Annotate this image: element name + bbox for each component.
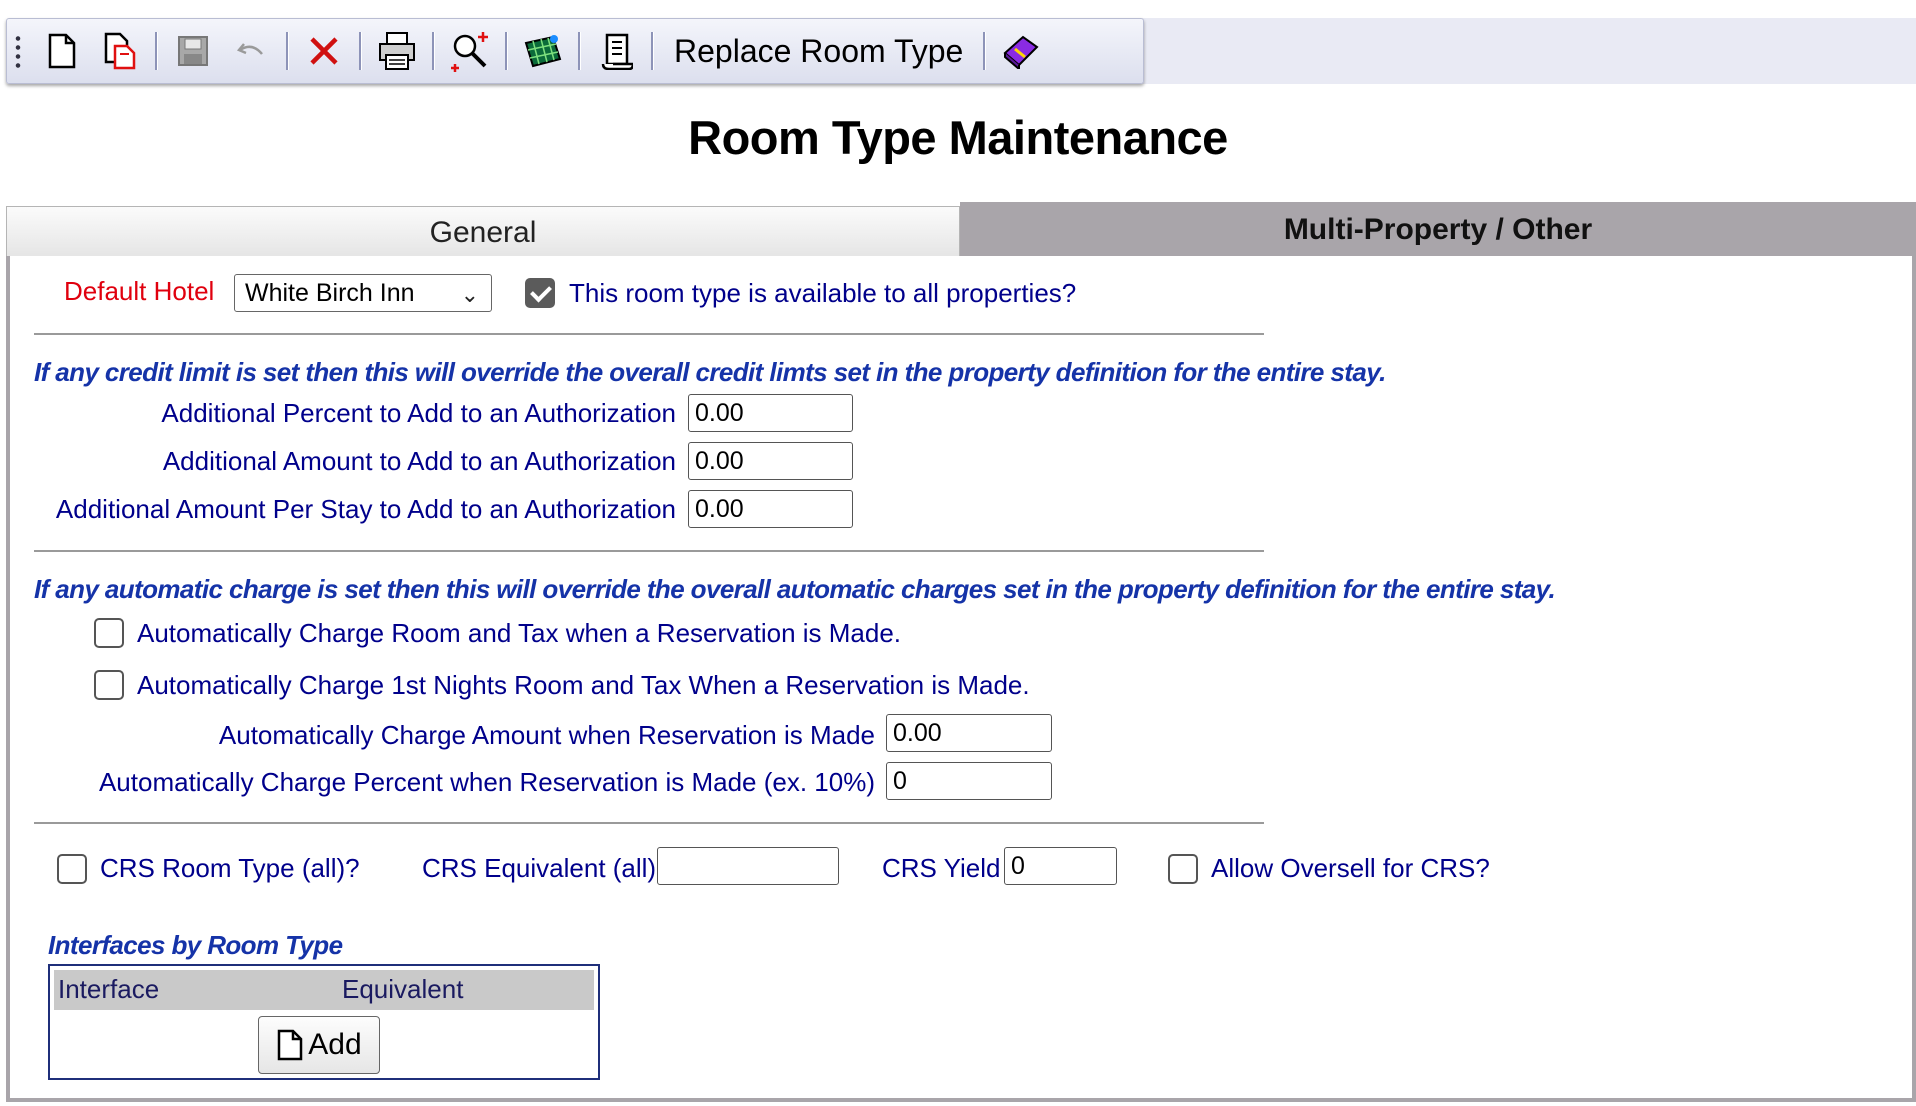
tab-general[interactable]: General xyxy=(6,206,960,260)
default-hotel-select[interactable]: White Birch Inn ⌄ xyxy=(234,274,492,312)
divider xyxy=(34,550,1264,552)
auto-charge-amount-input[interactable]: 0.00 xyxy=(886,714,1052,752)
toolbar-separator xyxy=(651,32,654,70)
toolbar-separator xyxy=(505,32,508,70)
search-add-icon xyxy=(451,32,488,72)
interfaces-title: Interfaces by Room Type xyxy=(48,930,343,960)
allow-oversell-checkbox[interactable] xyxy=(1168,854,1198,884)
toolbar-separator xyxy=(155,32,158,70)
divider xyxy=(34,333,1264,335)
save-icon xyxy=(178,36,208,66)
interfaces-table: Interface Equivalent Add xyxy=(48,964,600,1080)
credit-limit-note: If any credit limit is set then this wil… xyxy=(34,357,1386,387)
new-button[interactable] xyxy=(33,23,91,79)
scroll-button[interactable] xyxy=(587,23,645,79)
default-hotel-value: White Birch Inn xyxy=(245,279,415,307)
add-amount-label: Additional Amount to Add to an Authoriza… xyxy=(162,446,676,476)
toolbar-background xyxy=(1142,18,1916,84)
divider xyxy=(34,822,1264,824)
undo-button[interactable] xyxy=(222,23,280,79)
column-interface: Interface xyxy=(58,974,160,1004)
auto-charge-room-tax-checkbox[interactable] xyxy=(94,618,124,648)
crs-room-type-label: CRS Room Type (all)? xyxy=(100,853,360,883)
new-document-icon xyxy=(278,1029,303,1061)
add-per-stay-input[interactable]: 0.00 xyxy=(688,490,853,528)
print-button[interactable] xyxy=(368,23,426,79)
page-title: Room Type Maintenance xyxy=(688,111,1228,164)
auto-charge-amount-label: Automatically Charge Amount when Reserva… xyxy=(218,720,875,750)
automatic-charge-note: If any automatic charge is set then this… xyxy=(34,574,1556,604)
add-per-stay-label: Additional Amount Per Stay to Add to an … xyxy=(55,494,676,524)
save-button[interactable] xyxy=(164,23,222,79)
add-interface-label: Add xyxy=(308,1028,362,1061)
copy-document-icon xyxy=(104,32,136,70)
add-interface-button[interactable]: Add xyxy=(258,1016,380,1074)
delete-icon xyxy=(310,37,338,65)
add-amount-input[interactable]: 0.00 xyxy=(688,442,853,480)
toolbar-separator xyxy=(578,32,581,70)
print-icon xyxy=(379,32,415,70)
toolbar-separator xyxy=(432,32,435,70)
tab-bar: General Multi-Property / Other xyxy=(6,202,1916,260)
add-percent-label: Additional Percent to Add to an Authoriz… xyxy=(161,398,676,428)
search-add-button[interactable] xyxy=(441,23,499,79)
book-icon xyxy=(1003,35,1039,69)
column-equivalent: Equivalent xyxy=(342,974,464,1004)
add-percent-input[interactable]: 0.00 xyxy=(688,394,853,432)
toolbar-separator xyxy=(359,32,362,70)
toolbar: Replace Room Type xyxy=(6,18,1144,84)
crs-room-type-checkbox[interactable] xyxy=(57,854,87,884)
toolbar-separator xyxy=(286,32,289,70)
crs-equivalent-input[interactable] xyxy=(657,847,839,885)
copy-button[interactable] xyxy=(91,23,149,79)
scroll-icon xyxy=(601,33,633,70)
replace-room-type-button[interactable]: Replace Room Type xyxy=(660,33,977,70)
auto-charge-percent-label: Automatically Charge Percent when Reserv… xyxy=(98,767,875,797)
undo-icon xyxy=(236,43,263,55)
crs-yield-input[interactable]: 0 xyxy=(1004,847,1117,885)
chevron-down-icon: ⌄ xyxy=(460,282,479,307)
auto-charge-percent-input[interactable]: 0 xyxy=(886,762,1052,800)
interfaces-table-header: Interface Equivalent xyxy=(54,970,594,1010)
grid-button[interactable] xyxy=(514,23,572,79)
book-button[interactable] xyxy=(992,23,1050,79)
all-properties-checkbox[interactable] xyxy=(525,278,555,308)
tab-multi-property-other[interactable]: Multi-Property / Other xyxy=(960,202,1916,258)
auto-charge-room-tax-label: Automatically Charge Room and Tax when a… xyxy=(137,618,902,648)
all-properties-label: This room type is available to all prope… xyxy=(569,278,1077,308)
delete-button[interactable] xyxy=(295,23,353,79)
auto-charge-first-night-checkbox[interactable] xyxy=(94,670,124,700)
crs-yield-label: CRS Yield xyxy=(882,853,1001,883)
toolbar-grip[interactable] xyxy=(15,34,21,68)
crs-equivalent-label: CRS Equivalent (all) xyxy=(422,853,657,883)
default-hotel-label: Default Hotel xyxy=(64,276,215,306)
toolbar-separator xyxy=(983,32,987,70)
allow-oversell-label: Allow Oversell for CRS? xyxy=(1211,853,1490,883)
grid-icon xyxy=(524,35,562,68)
new-document-icon xyxy=(48,33,76,69)
auto-charge-first-night-label: Automatically Charge 1st Nights Room and… xyxy=(137,670,1030,700)
